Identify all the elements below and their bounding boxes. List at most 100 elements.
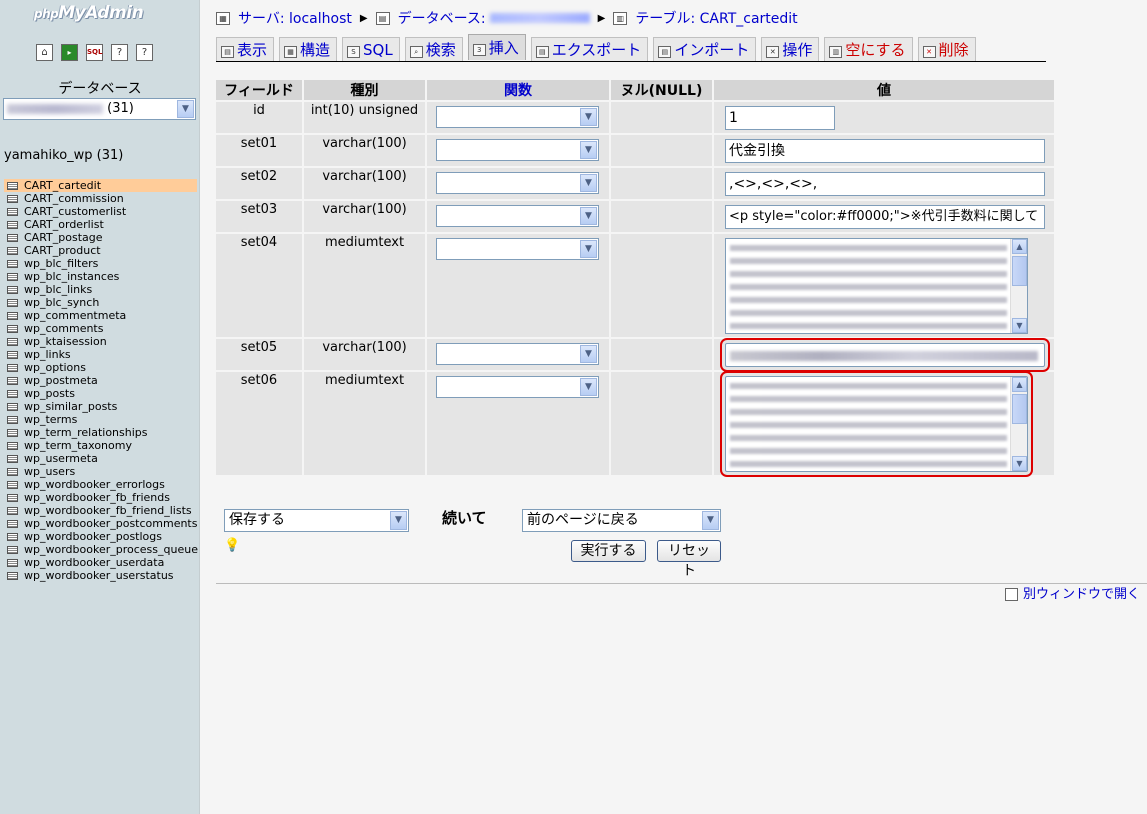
tab-import[interactable]: ▤ インポート [653, 37, 757, 61]
table-icon[interactable] [7, 195, 18, 203]
table-icon[interactable] [7, 481, 18, 489]
table-icon[interactable] [7, 533, 18, 541]
table-list-item[interactable]: wp_wordbooker_userdata [4, 556, 197, 569]
chevron-down-icon[interactable]: ▼ [702, 511, 719, 530]
scrollbar[interactable]: ▲ ▼ [1010, 239, 1027, 333]
phpmyadmin-logo[interactable]: phpMyAdmin [34, 3, 144, 23]
table-icon[interactable] [7, 221, 18, 229]
table-list-item[interactable]: wp_commentmeta [4, 309, 197, 322]
function-select[interactable]: ▼ [436, 238, 599, 260]
tab-sql[interactable]: S SQL [342, 37, 400, 61]
open-new-window-link[interactable]: 別ウィンドウで開く [1004, 583, 1140, 602]
table-icon[interactable] [7, 403, 18, 411]
table-list-item[interactable]: wp_terms [4, 413, 197, 426]
table-list-item[interactable]: wp_wordbooker_fb_friend_lists [4, 504, 197, 517]
table-list-item[interactable]: CART_postage [4, 231, 197, 244]
function-select[interactable]: ▼ [436, 343, 599, 365]
tab-browse[interactable]: ▤ 表示 [216, 37, 275, 61]
value-input[interactable]: ,<>,<>,<>, [725, 172, 1045, 196]
table-list-item[interactable]: wp_blc_synch [4, 296, 197, 309]
after-insert-select[interactable]: 前のページに戻る ▼ [522, 509, 721, 532]
exit-icon[interactable]: ▸ [61, 44, 78, 61]
tab-search[interactable]: ⌕ 検索 [404, 37, 463, 61]
scroll-up-icon[interactable]: ▲ [1012, 377, 1027, 392]
scrollbar[interactable]: ▲ ▼ [1010, 377, 1027, 471]
scroll-down-icon[interactable]: ▼ [1012, 318, 1027, 333]
table-list-item[interactable]: wp_blc_instances [4, 270, 197, 283]
table-icon[interactable] [7, 247, 18, 255]
scroll-down-icon[interactable]: ▼ [1012, 456, 1027, 471]
tab-insert[interactable]: 3 挿入 [467, 34, 526, 60]
table-icon[interactable] [7, 182, 18, 190]
chevron-down-icon[interactable]: ▼ [580, 108, 597, 126]
tab-drop[interactable]: ✕ 削除 [917, 37, 976, 61]
table-list-item[interactable]: CART_cartedit [4, 179, 197, 192]
table-icon[interactable] [7, 299, 18, 307]
breadcrumb-server[interactable]: サーバ: localhost [238, 8, 352, 28]
sql-icon[interactable]: SQL [86, 44, 103, 61]
table-list-item[interactable]: wp_similar_posts [4, 400, 197, 413]
table-list-item[interactable]: wp_wordbooker_postcomments [4, 517, 197, 530]
value-input[interactable]: <p style="color:#ff0000;">※代引手数料に関して [725, 205, 1045, 229]
function-select[interactable]: ▼ [436, 376, 599, 398]
table-icon[interactable] [7, 572, 18, 580]
scroll-up-icon[interactable]: ▲ [1012, 239, 1027, 254]
tab-structure[interactable]: ▦ 構造 [279, 37, 338, 61]
chevron-down-icon[interactable]: ▼ [580, 207, 597, 225]
chevron-down-icon[interactable]: ▼ [580, 345, 597, 363]
table-list-item[interactable]: wp_term_taxonomy [4, 439, 197, 452]
value-textarea[interactable]: ▲ ▼ [725, 238, 1028, 334]
table-list-item[interactable]: wp_wordbooker_fb_friends [4, 491, 197, 504]
table-icon[interactable] [7, 507, 18, 515]
current-db-name[interactable]: yamahiko_wp (31) [4, 148, 123, 163]
function-select[interactable]: ▼ [436, 172, 599, 194]
value-textarea-highlighted[interactable]: ▲ ▼ [720, 371, 1033, 477]
chevron-down-icon[interactable]: ▼ [580, 141, 597, 159]
reset-button[interactable]: リセット [657, 540, 721, 579]
table-list-item[interactable]: wp_options [4, 361, 197, 374]
table-icon[interactable] [7, 546, 18, 554]
table-list-item[interactable]: wp_wordbooker_userstatus [4, 569, 197, 582]
table-list-item[interactable]: wp_postmeta [4, 374, 197, 387]
table-icon[interactable] [7, 377, 18, 385]
table-icon[interactable] [7, 520, 18, 528]
table-list-item[interactable]: wp_usermeta [4, 452, 197, 465]
function-select[interactable]: ▼ [436, 139, 599, 161]
value-input-highlighted[interactable] [720, 338, 1050, 372]
function-select[interactable]: ▼ [436, 205, 599, 227]
table-icon[interactable] [7, 455, 18, 463]
table-list-item[interactable]: wp_wordbooker_process_queue [4, 543, 198, 556]
execute-button[interactable]: 実行する [571, 540, 646, 562]
breadcrumb-database[interactable]: データベース: [398, 8, 486, 28]
tab-operations[interactable]: ✕ 操作 [761, 37, 820, 61]
table-list-item[interactable]: wp_posts [4, 387, 197, 400]
redacted-db-link[interactable] [489, 13, 590, 23]
table-list-item[interactable]: wp_wordbooker_errorlogs [4, 478, 197, 491]
scroll-thumb[interactable] [1012, 256, 1027, 286]
table-list-item[interactable]: wp_blc_links [4, 283, 197, 296]
table-icon[interactable] [7, 325, 18, 333]
save-mode-select[interactable]: 保存する ▼ [224, 509, 409, 532]
chevron-down-icon[interactable]: ▼ [390, 511, 407, 530]
table-icon[interactable] [7, 442, 18, 450]
function-select[interactable]: ▼ [436, 106, 599, 128]
table-list-item[interactable]: wp_comments [4, 322, 197, 335]
table-list-item[interactable]: wp_wordbooker_postlogs [4, 530, 197, 543]
table-icon[interactable] [7, 208, 18, 216]
table-icon[interactable] [7, 273, 18, 281]
table-icon[interactable] [7, 351, 18, 359]
table-icon[interactable] [7, 559, 18, 567]
table-list-item[interactable]: CART_commission [4, 192, 197, 205]
scroll-thumb[interactable] [1012, 394, 1027, 424]
table-icon[interactable] [7, 390, 18, 398]
table-icon[interactable] [7, 338, 18, 346]
home-icon[interactable]: ⌂ [36, 44, 53, 61]
tab-empty[interactable]: ▥ 空にする [824, 37, 913, 61]
table-icon[interactable] [7, 416, 18, 424]
table-list-item[interactable]: CART_product [4, 244, 197, 257]
breadcrumb-table[interactable]: テーブル: CART_cartedit [635, 8, 797, 28]
table-list-item[interactable]: CART_orderlist [4, 218, 197, 231]
value-input[interactable]: 代金引換 [725, 139, 1045, 163]
chevron-down-icon[interactable]: ▼ [580, 378, 597, 396]
table-list-item[interactable]: wp_ktaisession [4, 335, 197, 348]
